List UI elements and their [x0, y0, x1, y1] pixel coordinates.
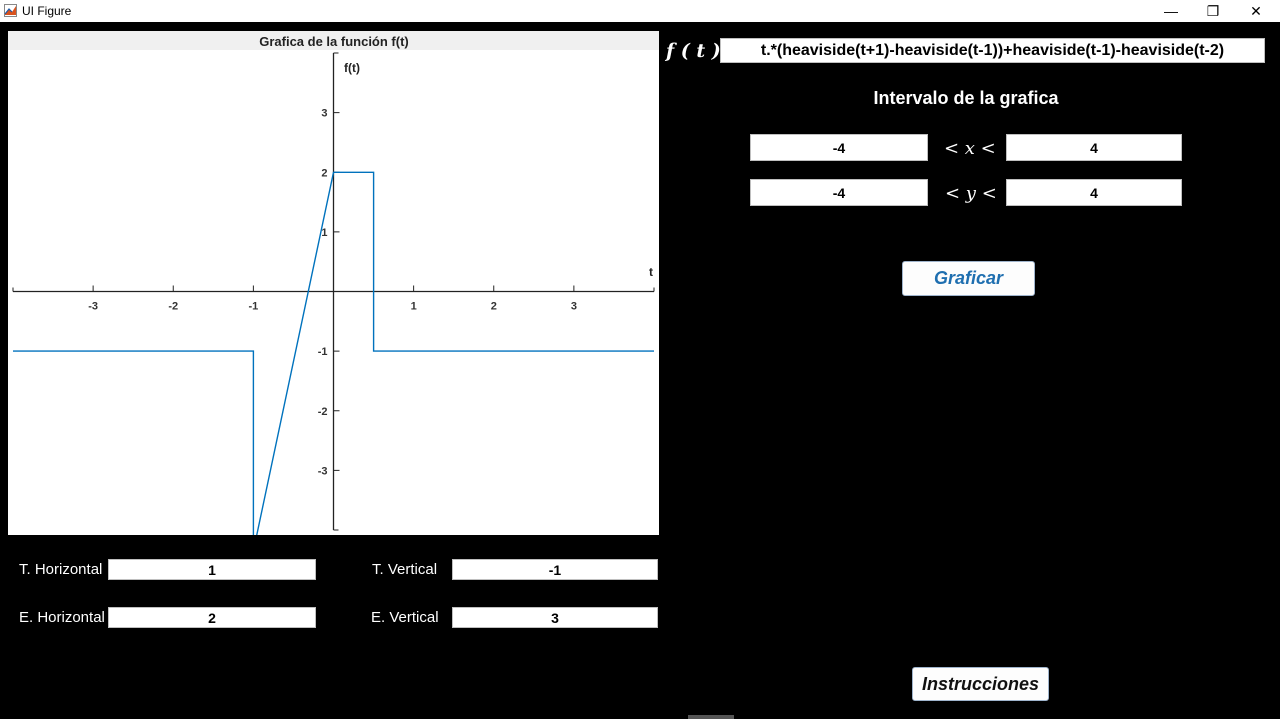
x-axis-label: t: [649, 265, 653, 279]
window-title: UI Figure: [22, 4, 72, 18]
y-tick-label: -3: [318, 465, 328, 477]
y-min-input[interactable]: [750, 179, 928, 206]
y-tick-label: 2: [321, 167, 327, 179]
y-tick-label: 1: [321, 227, 327, 239]
e-horizontal-input[interactable]: [108, 607, 316, 628]
minimize-button[interactable]: —: [1148, 0, 1194, 22]
x-min-input[interactable]: [750, 134, 928, 161]
bottom-edge-hint: [688, 715, 734, 719]
x-tick-label: 2: [491, 301, 497, 313]
x-tick-label: -3: [88, 301, 98, 313]
plot-title: Grafica de la función f(t): [259, 34, 409, 49]
window-titlebar: UI Figure — ❐ ✕: [0, 0, 1280, 22]
x-tick-label: -2: [168, 301, 178, 313]
y-tick-label: -1: [318, 346, 328, 358]
x-max-input[interactable]: [1006, 134, 1182, 161]
instrucciones-button[interactable]: Instrucciones: [912, 667, 1049, 701]
y-max-input[interactable]: [1006, 179, 1182, 206]
t-vertical-input[interactable]: [452, 559, 658, 580]
y-tick-label: 3: [321, 108, 327, 120]
interval-heading: Intervalo de la grafica: [873, 88, 1059, 108]
y-tick-label: -2: [318, 406, 328, 418]
function-input[interactable]: [720, 38, 1265, 63]
e-vertical-input[interactable]: [452, 607, 658, 628]
e-horizontal-label: E. Horizontal: [19, 609, 105, 626]
graficar-button[interactable]: Graficar: [902, 261, 1035, 296]
restore-button[interactable]: ❐: [1190, 0, 1236, 22]
close-button[interactable]: ✕: [1233, 0, 1279, 22]
e-vertical-label: E. Vertical: [371, 609, 439, 626]
x-inequality-label: < x <: [944, 138, 996, 159]
x-tick-label: 3: [571, 301, 577, 313]
plot-panel: Grafica de la función f(t) t f(t) -3 -2 -1…: [8, 31, 659, 535]
y-inequality-label: < y <: [945, 183, 997, 204]
matlab-app-icon: [4, 4, 17, 17]
t-horizontal-input[interactable]: [108, 559, 316, 580]
y-axis-label: f(t): [344, 61, 360, 75]
x-tick-label: -1: [248, 301, 258, 313]
t-horizontal-label: T. Horizontal: [19, 561, 103, 578]
function-plot: Grafica de la función f(t) t f(t) -3 -2 -1…: [8, 31, 659, 535]
x-tick-label: 1: [411, 301, 417, 313]
t-vertical-label: T. Vertical: [372, 561, 438, 578]
